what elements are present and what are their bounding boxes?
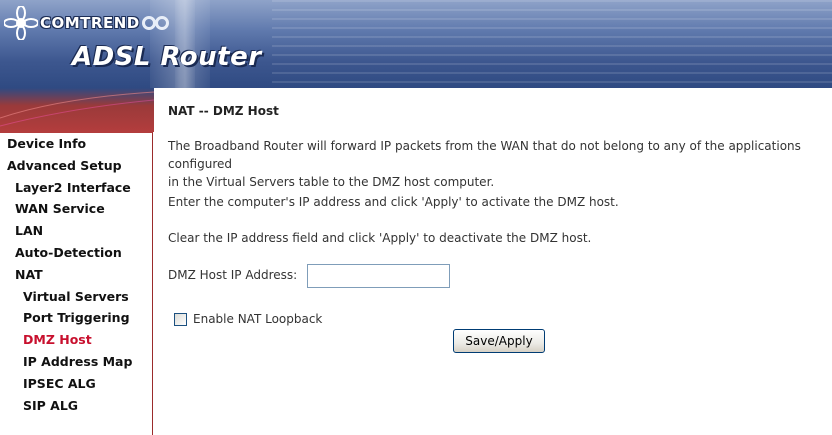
dmz-ip-input[interactable] [307, 264, 450, 288]
sidebar-item-auto-detection[interactable]: Auto-Detection [0, 242, 152, 264]
flower-logo-icon [4, 6, 38, 40]
instruction-activate: Enter the computer's IP address and clic… [168, 195, 619, 209]
sidebar-item-advanced-setup[interactable]: Advanced Setup [0, 155, 152, 177]
sidebar-item-wan-service[interactable]: WAN Service [0, 198, 152, 220]
sidebar-item-lan[interactable]: LAN [0, 220, 152, 242]
sidebar-item-device-info[interactable]: Device Info [0, 133, 152, 155]
header-banner: COMTREND ADSL Router [0, 0, 832, 88]
nat-loopback-label: Enable NAT Loopback [193, 312, 323, 326]
banner-decoration [272, 0, 832, 88]
brand-name: COMTREND [40, 14, 140, 32]
description-text: The Broadband Router will forward IP pac… [168, 137, 832, 191]
sidebar-item-port-triggering[interactable]: Port Triggering [0, 307, 152, 329]
sidebar-item-virtual-servers[interactable]: Virtual Servers [0, 286, 152, 308]
brand-rings-icon [141, 16, 169, 30]
sidebar-header-decoration [0, 88, 154, 132]
nat-loopback-checkbox[interactable] [174, 312, 187, 326]
sidebar-item-nat[interactable]: NAT [0, 264, 152, 286]
sidebar-item-ipsec-alg[interactable]: IPSEC ALG [0, 373, 152, 395]
swoosh-decoration-icon [0, 91, 154, 127]
sidebar-item-sip-alg[interactable]: SIP ALG [0, 395, 152, 417]
page-title: NAT -- DMZ Host [168, 104, 279, 118]
sidebar-item-dmz-host[interactable]: DMZ Host [0, 329, 152, 351]
sidebar-item-layer2-interface[interactable]: Layer2 Interface [0, 177, 152, 199]
description-line: The Broadband Router will forward IP pac… [168, 139, 801, 171]
description-line: in the Virtual Servers table to the DMZ … [168, 175, 495, 189]
brand-logo: COMTREND [4, 6, 169, 40]
sidebar-nav: Device Info Advanced Setup Layer2 Interf… [0, 132, 153, 435]
dmz-ip-label: DMZ Host IP Address: [168, 268, 298, 282]
sidebar-item-ip-address-map[interactable]: IP Address Map [0, 351, 152, 373]
product-title: ADSL Router [72, 42, 262, 72]
save-apply-button[interactable]: Save/Apply [453, 329, 545, 353]
nat-loopback-option[interactable]: Enable NAT Loopback [174, 312, 322, 326]
instruction-deactivate: Clear the IP address field and click 'Ap… [168, 231, 592, 245]
